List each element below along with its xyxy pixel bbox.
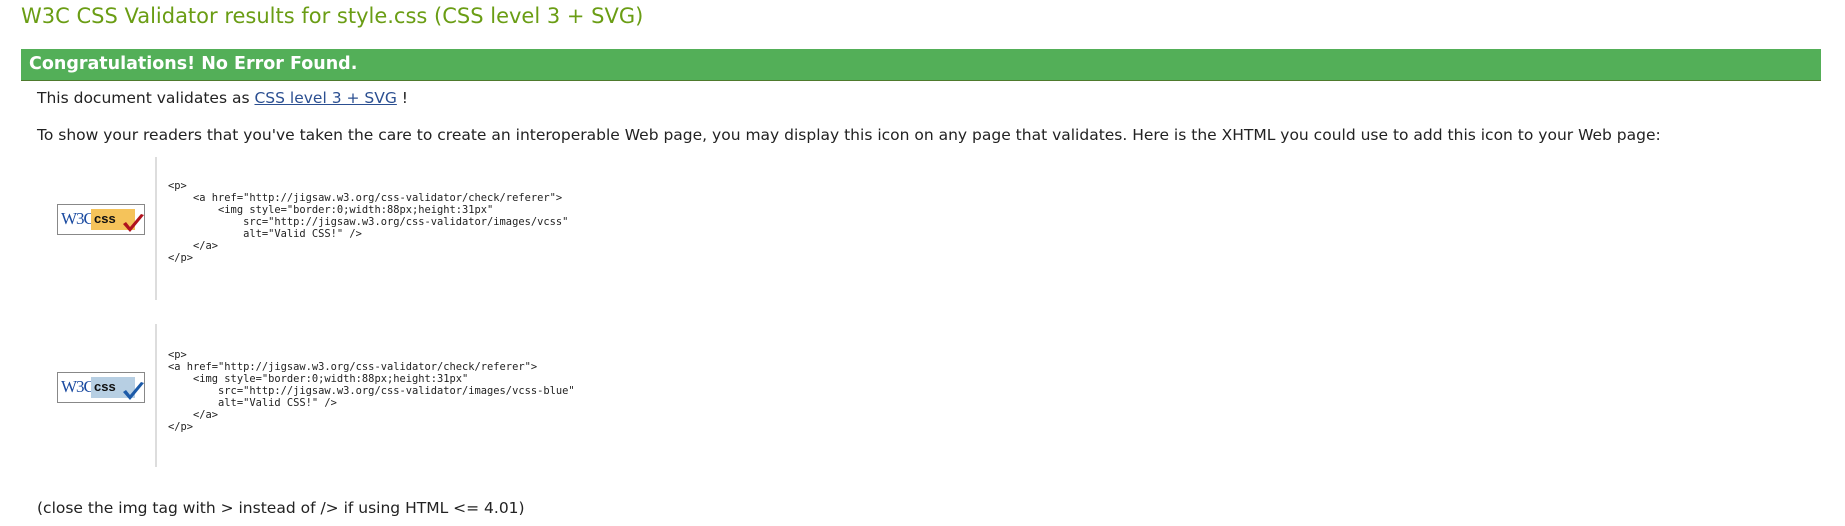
code-divider: [155, 157, 157, 300]
css-badge-label: css: [94, 379, 116, 394]
code-divider: [155, 324, 157, 467]
validates-suffix: !: [396, 89, 408, 107]
badge-intro-text: To show your readers that you've taken t…: [37, 126, 1661, 144]
css-profile-link[interactable]: CSS level 3 + SVG: [254, 89, 396, 107]
validation-statement: This document validates as CSS level 3 +…: [37, 89, 408, 107]
html-401-note: (close the img tag with > instead of /> …: [37, 499, 525, 517]
checkmark-icon: [123, 214, 144, 232]
checkmark-icon: [123, 382, 144, 400]
valid-css-badge-blue[interactable]: W3C css: [57, 372, 145, 403]
badge-code-snippet[interactable]: <p> <a href="http://jigsaw.w3.org/css-va…: [168, 349, 575, 433]
w3c-logo-text: W3C: [61, 209, 95, 228]
validates-prefix: This document validates as: [37, 89, 255, 107]
success-message: Congratulations! No Error Found.: [29, 54, 358, 74]
success-banner: Congratulations! No Error Found.: [21, 49, 1821, 81]
w3c-logo-text: W3C: [61, 377, 95, 396]
css-badge-label: css: [94, 211, 116, 226]
page-title: W3C CSS Validator results for style.css …: [21, 4, 644, 28]
badge-code-snippet[interactable]: <p> <a href="http://jigsaw.w3.org/css-va…: [168, 180, 568, 264]
valid-css-badge-gold[interactable]: W3C css: [57, 204, 145, 235]
